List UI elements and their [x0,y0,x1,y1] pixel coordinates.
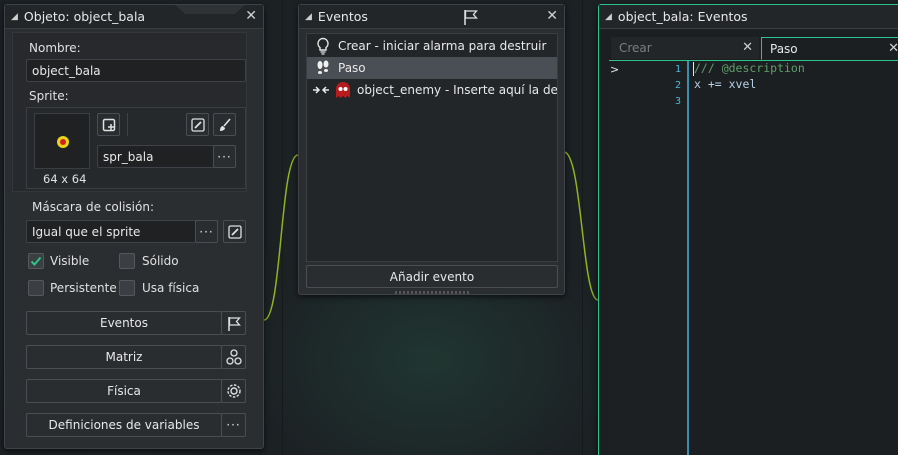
resize-grip[interactable] [395,291,469,294]
gear-icon [226,384,241,398]
collision-icon [312,79,330,101]
variables-more-button[interactable]: ··· [221,413,246,437]
physics-button[interactable]: Física [26,379,222,403]
edit-image-icon [227,224,242,239]
parent-hierarchy-button[interactable] [221,345,246,369]
collapse-triangle-icon[interactable]: ◢ [305,12,312,22]
tab-paso[interactable]: Paso ✕ [761,37,898,60]
close-icon[interactable]: ✕ [888,41,898,56]
events-panel: ◢ Eventos ✕ Crear - iniciar alarma para … [298,4,565,295]
edit-sprite-button[interactable] [186,113,209,136]
edit-image-icon [190,117,205,132]
close-icon[interactable]: ✕ [742,40,753,55]
flag-icon [463,9,479,28]
edit-mask-button[interactable] [223,220,246,243]
flag-icon [227,316,241,331]
variable-definitions-button[interactable]: Definiciones de variables [26,413,222,437]
add-event-button[interactable]: Añadir evento [306,265,558,288]
event-label: object_enemy - Inserte aquí la descripci… [357,83,558,97]
collision-mask-select[interactable]: Igual que el sprite [26,220,196,243]
footsteps-icon [312,57,334,79]
code-line-2: x += xvel [694,77,757,91]
events-panel-title: Eventos [317,9,368,24]
visible-checkbox[interactable] [28,253,44,269]
close-icon[interactable]: ✕ [245,9,257,23]
sprite-size-label: 64 x 64 [43,172,87,186]
code-panel-titlebar[interactable]: ◢ object_bala: Eventos [599,5,898,29]
events-button[interactable]: Eventos [26,311,222,335]
collision-mask-label: Máscara de colisión: [32,200,155,214]
line-number: 2 [674,80,681,91]
physics-settings-button[interactable] [221,379,246,403]
new-sprite-button[interactable] [97,113,120,136]
line-number-gutter [609,61,689,455]
enemy-sprite-icon [333,79,353,101]
code-line-1: /// @description [694,61,805,75]
solid-label: Sólido [142,254,179,268]
name-label: Nombre: [29,41,81,55]
event-label: Crear - iniciar alarma para destruir [338,39,547,53]
object-panel-title: Objeto: object_bala [23,9,146,24]
caret-marker-icon: > [610,63,620,76]
code-text-area[interactable] [692,61,898,455]
object-properties-panel: ◢ Objeto: object_bala ✕ Nombre: object_b… [4,4,264,449]
mask-browse-button[interactable]: ··· [195,220,218,243]
physics-checkbox[interactable] [119,280,135,296]
name-input[interactable]: object_bala [26,59,246,82]
line-number: 3 [674,96,681,107]
events-list: Crear - iniciar alarma para destruir Pas… [306,33,558,262]
events-panel-titlebar[interactable]: ◢ Eventos ✕ [299,5,564,29]
events-flag-button[interactable] [221,311,246,335]
code-panel-title: object_bala: Eventos [617,9,748,24]
more-dots-icon: ··· [226,418,241,432]
close-icon[interactable]: ✕ [546,9,558,23]
visible-label: Visible [50,254,90,268]
solid-checkbox[interactable] [119,253,135,269]
new-sprite-icon [102,118,115,131]
sprite-thumbnail-icon [57,136,69,148]
line-number: 1 [674,64,681,75]
more-dots-icon: ··· [199,224,214,239]
brush-icon [219,117,231,131]
sprite-label: Sprite: [29,89,69,103]
parent-button[interactable]: Matriz [26,345,222,369]
event-item-step[interactable]: Paso [307,57,557,79]
persistent-checkbox[interactable] [28,280,44,296]
hierarchy-icon [225,349,242,365]
event-item-collision[interactable]: object_enemy - Inserte aquí la descripci… [307,79,557,101]
event-label: Paso [338,61,366,75]
physics-label: Usa física [142,281,200,295]
collapse-triangle-icon[interactable]: ◢ [605,12,612,22]
edit-image-button[interactable] [213,113,236,136]
lightbulb-icon [312,35,334,57]
code-editor-panel: ◢ object_bala: Eventos Crear ✕ Paso ✕ > … [598,4,898,455]
persistent-label: Persistente [50,281,117,295]
sprite-select-field[interactable]: spr_bala [97,145,214,168]
tab-crear[interactable]: Crear ✕ [611,37,759,59]
sprite-preview[interactable] [34,113,90,169]
titlebar-notch [175,5,245,14]
event-item-create[interactable]: Crear - iniciar alarma para destruir [307,35,557,57]
tab-label: Paso [770,41,798,56]
checkmark-icon [30,256,42,266]
toolbar-separator [127,113,128,136]
sprite-browse-button[interactable]: ··· [213,145,236,168]
more-dots-icon: ··· [217,149,232,164]
object-panel-titlebar[interactable]: ◢ Objeto: object_bala ✕ [5,5,263,29]
tab-label: Crear [619,41,652,55]
collapse-triangle-icon[interactable]: ◢ [11,12,18,22]
